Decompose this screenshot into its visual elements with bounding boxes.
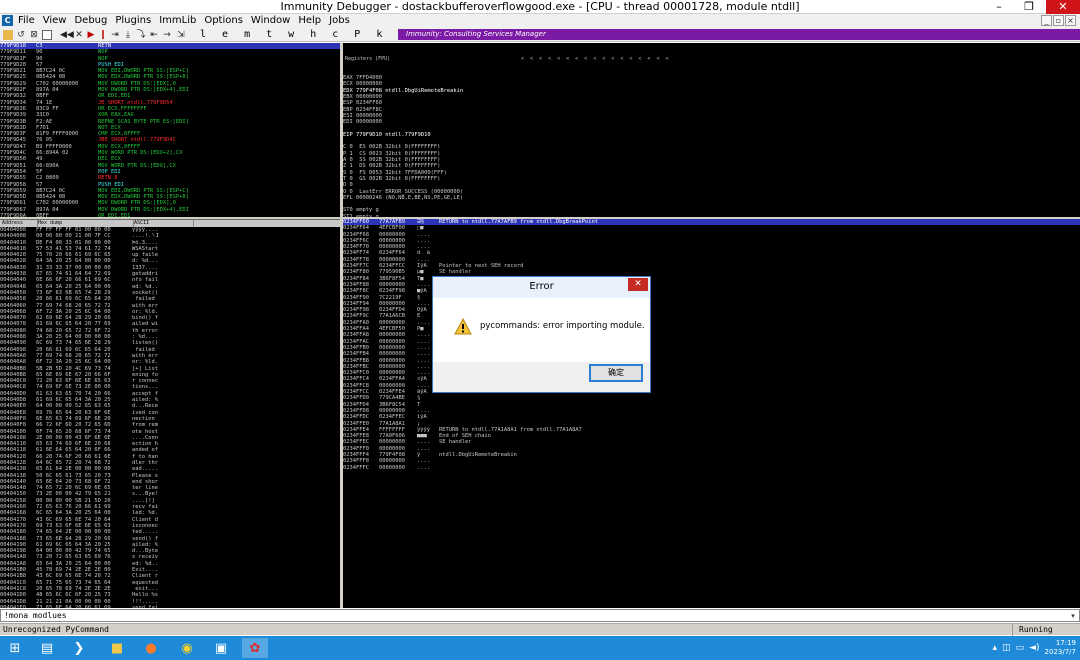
disassembly-pane[interactable]: 779F9D10 C3 RETN 779F9D11 90 NOP 779F9D1F 90 NOP…: [0, 43, 340, 218]
dialog-title: Error: [433, 277, 650, 298]
dump-column-header[interactable]: ASCII: [134, 220, 194, 227]
menu-plugins[interactable]: Plugins: [115, 14, 151, 28]
dialog-body: pycommands: error importing module.: [433, 298, 650, 362]
error-dialog: Error ✕ pycommands: error importing modu…: [432, 276, 651, 393]
step-into-icon[interactable]: ❙: [98, 30, 108, 40]
status-message: Unrecognized PyCommand: [3, 625, 109, 634]
hex-dump-pane[interactable]: Address Hex dump ASCII 00404000 FF FF FF FF …: [0, 219, 340, 608]
warning-icon: [454, 318, 472, 335]
monitor-icon[interactable]: ▭: [1016, 643, 1025, 653]
trace-into-icon[interactable]: ⤓: [123, 30, 133, 40]
system-tray: ▴ ◫ ▭ ◄) 17:19 2023/7/7: [993, 638, 1076, 658]
dump-column-header[interactable]: Address: [2, 220, 38, 227]
windows-start-icon[interactable]: ⊞: [2, 638, 28, 658]
close-window-button[interactable]: ✕: [1046, 0, 1080, 14]
window-title: Immunity Debugger - dostackbufferoverflo…: [280, 0, 800, 13]
stack-comment: RETURN to ntdll.77A7AFB9 from ntdll.DbgB…: [439, 219, 599, 225]
stack-row[interactable]: 0234FFFC 00000000....: [343, 465, 1080, 471]
menu-debug[interactable]: Debug: [74, 14, 107, 28]
restart-icon[interactable]: ↺: [16, 30, 26, 40]
stack-comment: SE handler: [439, 269, 472, 276]
run-state: Running: [1012, 624, 1074, 636]
command-input[interactable]: !mona modlues: [4, 610, 67, 622]
remote-icon[interactable]: ▣: [208, 638, 234, 658]
dump-address: 004041E0: [0, 604, 26, 608]
stack-address: 0234FFFC: [343, 464, 369, 471]
ok-button[interactable]: 确定: [589, 364, 643, 382]
stack-value: 00000000: [379, 464, 405, 471]
network-icon[interactable]: ◫: [1002, 643, 1011, 653]
immunity-debugger-app: Immunity Debugger - dostackbufferoverflo…: [0, 0, 1080, 660]
powershell-icon[interactable]: ❯: [66, 638, 92, 658]
pause-icon[interactable]: ✕: [74, 30, 84, 40]
file-explorer-icon[interactable]: ▤: [34, 638, 60, 658]
folder-icon[interactable]: ■: [104, 638, 130, 658]
registers-header: Registers (FPU) < < < < < < < < < < < < <…: [343, 55, 1080, 63]
app-icon: C: [2, 15, 13, 26]
firefox-icon[interactable]: ●: [138, 638, 164, 658]
step-over-icon[interactable]: ⇥: [110, 30, 120, 40]
dialog-message: pycommands: error importing module.: [480, 321, 645, 331]
folder-open-icon[interactable]: [3, 30, 13, 40]
mdi-restore-button[interactable]: ▫: [1053, 15, 1064, 26]
register-lines: EAX 7FFD4000 ECX 00000000 EDX 779F4F08 ntd…: [343, 75, 1080, 218]
dump-header: Address Hex dump ASCII: [0, 220, 340, 227]
menu-window[interactable]: Window: [251, 14, 290, 28]
dialog-close-button[interactable]: ✕: [628, 278, 648, 291]
chrome-icon[interactable]: ◉: [174, 638, 200, 658]
clock[interactable]: 17:19 2023/7/7: [1045, 639, 1076, 657]
dump-ascii: send fai: [132, 604, 158, 608]
stack-comment: ntdll.DbgUiRemoteBreakin: [439, 451, 517, 458]
dump-row[interactable]: 004041E0 73 65 6E 64 20 66 61 69 send fai: [0, 605, 340, 608]
play-icon[interactable]: ▶: [86, 30, 96, 40]
dump-column-header[interactable]: Hex dump: [38, 220, 134, 227]
rewind-icon[interactable]: ◀◀: [60, 30, 74, 40]
execute-till-return-icon[interactable]: ⇤: [149, 30, 159, 40]
main-menu: File View Debug Plugins ImmLib Options W…: [18, 14, 358, 28]
go-to-icon[interactable]: →: [162, 30, 172, 40]
clock-date: 2023/7/7: [1044, 648, 1076, 656]
menu-jobs[interactable]: Jobs: [329, 14, 350, 28]
trace-over-icon[interactable]: ⤵: [136, 30, 146, 40]
command-bar: !mona modlues ▾: [0, 609, 1080, 622]
up-arrow-icon[interactable]: ▴: [993, 643, 998, 653]
horizontal-splitter[interactable]: [0, 217, 1080, 219]
immunity-icon[interactable]: ✿: [242, 638, 268, 658]
maximize-button[interactable]: ❐: [1018, 0, 1040, 14]
title-bar: Immunity Debugger - dostackbufferoverflo…: [0, 0, 1080, 14]
command-history-dropdown[interactable]: ▾: [1068, 611, 1078, 621]
speaker-icon[interactable]: ◄): [1029, 643, 1039, 653]
immunity-banner: Immunity: Consulting Services Manager: [398, 29, 1080, 40]
menu-options[interactable]: Options: [204, 14, 243, 28]
go-to-icon[interactable]: ⇲: [176, 30, 186, 40]
stack-comment: SE handler: [439, 439, 472, 446]
menu-bar: C File View Debug Plugins ImmLib Options…: [0, 14, 1080, 28]
stack-ascii: ....: [417, 464, 430, 471]
dump-hex: 73 65 6E 64 20 66 61 69: [36, 604, 111, 608]
menu-help[interactable]: Help: [298, 14, 321, 28]
menu-file[interactable]: File: [18, 14, 35, 28]
dialog-footer: 确定: [433, 362, 650, 392]
taskbar: ⊞ ▤ ❯ ■ ● ◉ ▣ ✿ ▴ ◫ ▭ ◄) 17:19 2023/7/7: [0, 636, 1080, 660]
window-icon[interactable]: [42, 30, 52, 40]
vertical-splitter[interactable]: [340, 43, 343, 608]
toolbar: ↺ ⊠ ◀◀ ✕ ▶ ❙ ⇥ ⤓ ⤵ ⇤ → ⇲ l e m t w h c P…: [0, 28, 1080, 42]
mdi-controls: _ ▫ ×: [1041, 15, 1076, 26]
registers-pane[interactable]: Registers (FPU) < < < < < < < < < < < < <…: [343, 43, 1080, 218]
mdi-minimize-button[interactable]: _: [1041, 15, 1052, 26]
menu-immlib[interactable]: ImmLib: [159, 14, 196, 28]
immunity-banner-text: Immunity: Consulting Services Manager: [406, 30, 546, 38]
clock-time: 17:19: [1055, 639, 1076, 647]
menu-view[interactable]: View: [43, 14, 67, 28]
status-bar: Unrecognized PyCommand Running: [0, 623, 1080, 636]
mdi-close-button[interactable]: ×: [1065, 15, 1076, 26]
minimize-button[interactable]: –: [988, 0, 1010, 14]
close-icon[interactable]: ⊠: [29, 30, 39, 40]
